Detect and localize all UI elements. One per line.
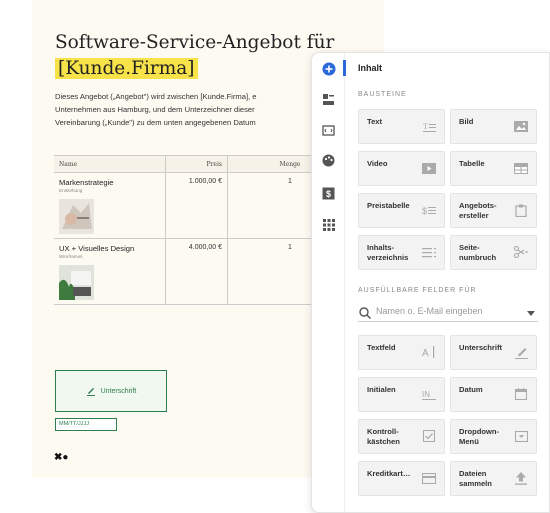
item-thumbnail-image	[59, 265, 94, 300]
apps-grid-icon[interactable]	[321, 217, 336, 232]
item-name: UX + Visuelles Design	[59, 244, 135, 253]
initials-icon: IN	[422, 387, 436, 401]
image-icon	[514, 119, 528, 133]
tile-label: Dropdown- Menü	[459, 427, 500, 446]
field-checkbox[interactable]: Kontroll- kästchen	[358, 419, 445, 454]
tile-label: Seite- numbruch	[459, 243, 497, 262]
recipient-search-input[interactable]	[376, 306, 516, 316]
tile-label: Datum	[459, 385, 483, 394]
svg-text:A: A	[422, 348, 429, 358]
header-price: Preis	[166, 156, 228, 172]
page-break-scissors-icon	[514, 245, 528, 259]
panel-rail: $	[312, 53, 346, 512]
price-list-icon: $	[422, 203, 436, 217]
checkbox-icon	[422, 429, 436, 443]
video-play-icon	[422, 161, 436, 175]
item-subtitle: Entstehung	[59, 188, 83, 193]
block-image[interactable]: Bild	[450, 109, 537, 144]
text-format-icon: T	[422, 119, 436, 133]
tile-label: Angebots- ersteller	[459, 201, 497, 220]
block-text[interactable]: Text T	[358, 109, 445, 144]
tile-label: Unterschrift	[459, 343, 503, 352]
credit-card-icon	[422, 471, 436, 485]
tile-label: Tabelle	[459, 159, 485, 168]
block-price-table[interactable]: Preistabelle $	[358, 193, 445, 228]
item-price: 4.000,00 €	[166, 239, 228, 304]
fillable-fields-heading: AUSFÜLLBARE FELDER FÜR	[358, 287, 477, 294]
header-name: Name	[54, 156, 166, 172]
theme-palette-icon[interactable]	[321, 153, 336, 168]
field-credit-card[interactable]: Kreditkart…	[358, 461, 445, 496]
tile-label: Inhalts- verzeichnis	[367, 243, 409, 262]
tile-label: Text	[367, 117, 383, 126]
title-line-1: Software-Service-Angebot für	[55, 32, 335, 53]
block-quote-builder[interactable]: Angebots- ersteller	[450, 193, 537, 228]
field-date[interactable]: Datum	[450, 377, 537, 412]
tile-label: Kreditkart…	[367, 469, 411, 478]
signature-label: Unterschrift	[100, 387, 137, 395]
pricing-dollar-icon[interactable]: $	[321, 186, 336, 201]
rail-active-indicator	[343, 60, 346, 76]
field-file-upload[interactable]: Dateien sammeln	[450, 461, 537, 496]
block-table[interactable]: Tabelle	[450, 151, 537, 186]
add-content-icon[interactable]	[321, 61, 336, 76]
field-signature[interactable]: Unterschrift	[450, 335, 537, 370]
block-page-break[interactable]: Seite- numbruch	[450, 235, 537, 270]
item-price: 1.000,00 €	[166, 173, 228, 238]
title-variable-highlight[interactable]: [Kunde.Firma]	[55, 58, 198, 79]
tile-label: Textfeld	[367, 343, 396, 352]
tile-label: Bild	[459, 117, 474, 126]
text-field-icon: A	[422, 345, 436, 359]
dropdown-icon	[514, 429, 528, 443]
recipients-icon[interactable]	[321, 92, 336, 107]
signature-field[interactable]: Unterschrift	[55, 370, 167, 412]
chevron-down-icon[interactable]	[527, 311, 535, 316]
item-subtitle: Wireframes	[59, 254, 83, 259]
item-thumbnail-image	[59, 199, 94, 234]
content-panel: $ Inhalt BAUSTEINE Text T Bild Video Tab…	[311, 52, 550, 513]
quote-builder-icon	[514, 203, 528, 217]
field-dropdown[interactable]: Dropdown- Menü	[450, 419, 537, 454]
tile-label: Kontroll- kästchen	[367, 427, 400, 446]
table-icon	[514, 161, 528, 175]
svg-text:T: T	[423, 122, 428, 131]
pen-icon	[86, 388, 95, 396]
recipient-search[interactable]	[358, 305, 538, 322]
toc-icon	[422, 245, 436, 259]
svg-text:$: $	[326, 189, 331, 199]
tile-label: Dateien sammeln	[459, 469, 492, 488]
embed-icon[interactable]	[321, 123, 336, 138]
block-video[interactable]: Video	[358, 151, 445, 186]
blocks-heading: BAUSTEINE	[358, 91, 407, 98]
field-text[interactable]: Textfeld A	[358, 335, 445, 370]
block-table-of-contents[interactable]: Inhalts- verzeichnis	[358, 235, 445, 270]
panel-title: Inhalt	[358, 63, 382, 73]
search-icon	[359, 307, 371, 319]
upload-icon	[514, 471, 528, 485]
item-name: Markenstrategie	[59, 178, 114, 187]
field-initials[interactable]: Initialen IN	[358, 377, 445, 412]
tile-label: Initialen	[367, 385, 396, 394]
svg-text:IN: IN	[422, 390, 430, 399]
date-field[interactable]: MM/TT/JJJJ	[55, 418, 117, 431]
svg-text:$: $	[422, 206, 427, 216]
tile-label: Preistabelle	[367, 201, 410, 210]
tile-label: Video	[367, 159, 388, 168]
intro-paragraph[interactable]: Dieses Angebot („Angebot") wird zwischen…	[55, 90, 355, 129]
document-title[interactable]: Software-Service-Angebot für [Kunde.Firm…	[55, 30, 355, 82]
company-logo: ✖●	[54, 452, 69, 463]
pen-icon	[514, 345, 528, 359]
calendar-icon	[514, 387, 528, 401]
